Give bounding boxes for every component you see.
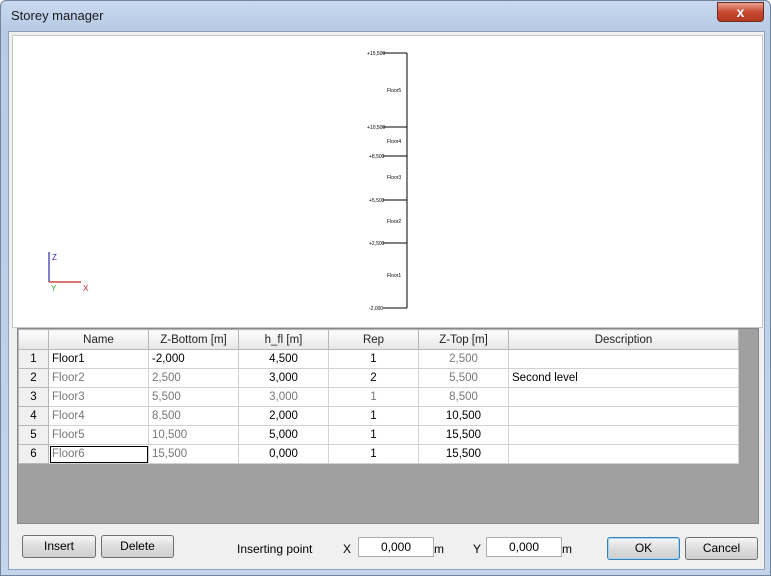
column-header-rownum[interactable] bbox=[18, 329, 49, 350]
cell-rep[interactable]: 1 bbox=[328, 387, 419, 407]
floor-label: Floor3 bbox=[387, 175, 401, 181]
storey-table-area: Name Z-Bottom [m] h_fl [m] Rep Z-Top [m]… bbox=[17, 328, 759, 524]
y-coordinate-input[interactable]: 0,000 bbox=[486, 537, 562, 557]
cell-z-bottom[interactable]: 5,500 bbox=[148, 387, 239, 407]
table-row[interactable]: 6 Floor6 15,500 0,000 1 15,500 bbox=[18, 444, 739, 464]
cell-rep[interactable]: 1 bbox=[328, 349, 419, 369]
storey-diagram: Z Y X +15,500 +10,500 +8,500 +5,500 +2,5… bbox=[48, 51, 408, 312]
dialog-client-area: Z Y X +15,500 +10,500 +8,500 +5,500 +2,5… bbox=[8, 31, 765, 570]
cell-z-top: 5,500 bbox=[418, 368, 509, 388]
floor-label: Floor5 bbox=[387, 88, 401, 94]
column-header-name[interactable]: Name bbox=[48, 329, 149, 350]
table-header-row: Name Z-Bottom [m] h_fl [m] Rep Z-Top [m]… bbox=[18, 329, 739, 350]
row-number[interactable]: 3 bbox=[18, 387, 49, 407]
cancel-button[interactable]: Cancel bbox=[685, 537, 758, 560]
cell-name-selected[interactable]: Floor6 bbox=[48, 444, 149, 464]
column-header-z-bottom[interactable]: Z-Bottom [m] bbox=[148, 329, 239, 350]
row-number[interactable]: 1 bbox=[18, 349, 49, 369]
column-header-description[interactable]: Description bbox=[508, 329, 739, 350]
x-unit-label: m bbox=[434, 542, 444, 556]
cell-name[interactable]: Floor5 bbox=[48, 425, 149, 445]
title-bar[interactable]: Storey manager x bbox=[1, 1, 770, 31]
inserting-point-label: Inserting point bbox=[237, 542, 313, 556]
level-label: +15,500 bbox=[367, 51, 385, 57]
level-label: +8,500 bbox=[369, 154, 385, 160]
level-label: +5,500 bbox=[369, 198, 385, 204]
axis-z-label: Z bbox=[52, 253, 57, 262]
level-label: +10,500 bbox=[367, 125, 385, 131]
storey-table: Name Z-Bottom [m] h_fl [m] Rep Z-Top [m]… bbox=[18, 329, 739, 464]
cell-h-fl[interactable]: 4,500 bbox=[238, 349, 329, 369]
x-coordinate-input[interactable]: 0,000 bbox=[358, 537, 434, 557]
floor-labels: Floor5 Floor4 Floor3 Floor2 Floor1 bbox=[387, 88, 401, 279]
window-title: Storey manager bbox=[11, 8, 104, 23]
cell-description[interactable] bbox=[508, 387, 739, 407]
storey-preview: Z Y X +15,500 +10,500 +8,500 +5,500 +2,5… bbox=[12, 35, 763, 328]
table-row[interactable]: 2 Floor2 2,500 3,000 2 5,500 Second leve… bbox=[18, 368, 739, 388]
ok-button[interactable]: OK bbox=[607, 537, 680, 560]
insert-button[interactable]: Insert bbox=[22, 535, 96, 558]
cell-z-top: 15,500 bbox=[418, 425, 509, 445]
cell-h-fl[interactable]: 2,000 bbox=[238, 406, 329, 426]
cell-description[interactable] bbox=[508, 444, 739, 464]
column-header-rep[interactable]: Rep bbox=[328, 329, 419, 350]
y-coordinate-label: Y bbox=[473, 542, 482, 556]
cell-description[interactable] bbox=[508, 349, 739, 369]
close-icon: x bbox=[736, 4, 745, 20]
cell-rep[interactable]: 1 bbox=[328, 425, 419, 445]
table-row[interactable]: 1 Floor1 -2,000 4,500 1 2,500 bbox=[18, 349, 739, 369]
cell-description[interactable] bbox=[508, 425, 739, 445]
table-row[interactable]: 3 Floor3 5,500 3,000 1 8,500 bbox=[18, 387, 739, 407]
axis-legend-icon: Z Y X bbox=[48, 252, 89, 293]
cell-h-fl[interactable]: 5,000 bbox=[238, 425, 329, 445]
table-row[interactable]: 5 Floor5 10,500 5,000 1 15,500 bbox=[18, 425, 739, 445]
axis-y-label: Y bbox=[51, 284, 57, 293]
cell-z-bottom[interactable]: -2,000 bbox=[148, 349, 239, 369]
cell-z-top: 10,500 bbox=[418, 406, 509, 426]
x-coordinate-label: X bbox=[343, 542, 352, 556]
row-number[interactable]: 5 bbox=[18, 425, 49, 445]
y-unit-label: m bbox=[562, 542, 572, 556]
row-number[interactable]: 4 bbox=[18, 406, 49, 426]
close-button[interactable]: x bbox=[717, 2, 764, 22]
cell-z-top: 8,500 bbox=[418, 387, 509, 407]
cell-h-fl[interactable]: 0,000 bbox=[238, 444, 329, 464]
table-row[interactable]: 4 Floor4 8,500 2,000 1 10,500 bbox=[18, 406, 739, 426]
level-label: -2,000 bbox=[369, 306, 383, 312]
level-labels: +15,500 +10,500 +8,500 +5,500 +2,500 -2,… bbox=[367, 51, 385, 312]
cell-name[interactable]: Floor1 bbox=[48, 349, 149, 369]
cell-name[interactable]: Floor2 bbox=[48, 368, 149, 388]
floor-label: Floor1 bbox=[387, 273, 401, 279]
floor-label: Floor4 bbox=[387, 139, 401, 145]
row-number[interactable]: 6 bbox=[18, 444, 49, 464]
cell-name[interactable]: Floor3 bbox=[48, 387, 149, 407]
cell-z-bottom[interactable]: 2,500 bbox=[148, 368, 239, 388]
level-label: +2,500 bbox=[369, 241, 385, 247]
column-header-z-top[interactable]: Z-Top [m] bbox=[418, 329, 509, 350]
cell-z-bottom[interactable]: 15,500 bbox=[148, 444, 239, 464]
floor-label: Floor2 bbox=[387, 219, 401, 225]
storey-manager-window: Storey manager x Z Y X +15,500 +10,500 +… bbox=[0, 0, 771, 576]
cell-rep[interactable]: 1 bbox=[328, 406, 419, 426]
cell-z-top: 15,500 bbox=[418, 444, 509, 464]
cell-rep[interactable]: 1 bbox=[328, 444, 419, 464]
column-header-h-fl[interactable]: h_fl [m] bbox=[238, 329, 329, 350]
cell-name[interactable]: Floor4 bbox=[48, 406, 149, 426]
delete-button[interactable]: Delete bbox=[101, 535, 174, 558]
cell-h-fl[interactable]: 3,000 bbox=[238, 387, 329, 407]
cell-rep[interactable]: 2 bbox=[328, 368, 419, 388]
cell-description[interactable] bbox=[508, 406, 739, 426]
row-number[interactable]: 2 bbox=[18, 368, 49, 388]
cell-h-fl[interactable]: 3,000 bbox=[238, 368, 329, 388]
cell-description[interactable]: Second level bbox=[508, 368, 739, 388]
cell-z-top: 2,500 bbox=[418, 349, 509, 369]
axis-x-label: X bbox=[83, 284, 89, 293]
cell-z-bottom[interactable]: 8,500 bbox=[148, 406, 239, 426]
cell-z-bottom[interactable]: 10,500 bbox=[148, 425, 239, 445]
